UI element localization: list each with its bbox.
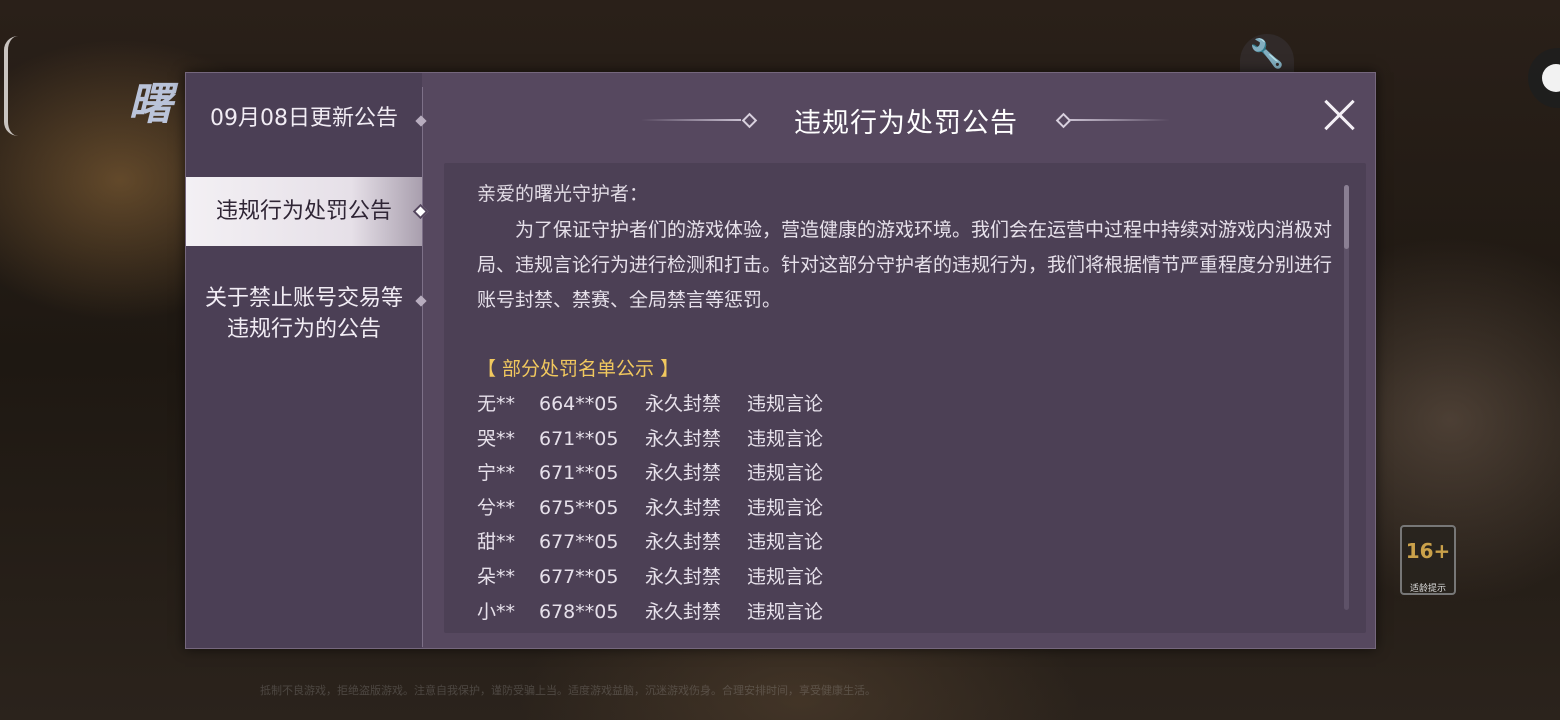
sidebar-item-label: 09月08日更新公告 [210,106,398,131]
penalty-row-penalty: 永久封禁 [645,600,722,623]
footer-notice: 抵制不良游戏，拒绝盗版游戏。注意自我保护，谨防受骗上当。适度游戏益脑，沉迷游戏伤… [260,684,876,697]
penalty-row-reason: 违规言论 [747,462,824,485]
penalty-row-penalty: 永久封禁 [645,565,722,588]
penalty-row-id: 671**05 [539,427,619,450]
penalty-row: 无** 664**05 永久封禁 违规言论 [477,387,1337,422]
penalty-row-reason: 违规言论 [747,496,824,519]
penalty-row-id: 677**05 [539,531,619,554]
content-scrollbar[interactable] [1344,185,1349,610]
announcement-sidebar: 09月08日更新公告 违规行为处罚公告 关于禁止账号交易等 违规行为的公告 [186,73,422,648]
penalty-row-penalty: 永久封禁 [645,393,722,415]
age-rating-number: 16+ [1405,539,1451,563]
sidebar-item-label-line2: 违规行为的公告 [226,317,381,342]
penalty-row: 甜** 677**05 永久封禁 违规言论 [477,525,1337,560]
announcement-panel: 09月08日更新公告 违规行为处罚公告 关于禁止账号交易等 违规行为的公告 违规… [185,72,1376,649]
sidebar-item-update-notice[interactable]: 09月08日更新公告 [186,101,422,137]
penalty-row-id: 675**05 [539,496,619,519]
greeting-text: 亲爱的曙光守护者： [477,183,649,205]
penalty-row: 宁** 671**05 永久封禁 违规言论 [477,456,1337,491]
penalty-row-penalty: 永久封禁 [645,496,722,519]
penalty-row: 兮** 675**05 永久封禁 违规言论 [477,491,1337,526]
left-edge-handle[interactable] [4,36,22,136]
penalty-row-reason: 违规言论 [747,531,824,554]
age-rating-label: 适龄提示 [1409,584,1446,594]
sidebar-item-label-line1: 关于禁止账号交易等 [204,286,403,311]
penalty-row: 朵** 677**05 永久封禁 违规言论 [477,560,1337,595]
page-title: 违规行为处罚公告 [794,108,1018,139]
penalty-row-reason: 违规言论 [747,565,824,588]
penalty-row-name: 宁** [477,462,516,485]
announcement-body: 亲爱的曙光守护者： 为了保证守护者们的游戏体验，营造健康的游戏环境。我们会在运营… [477,177,1337,629]
penalty-row-name: 甜** [477,531,516,554]
penalty-row-name: 无** [477,393,516,415]
penalty-list-title: 【 部分处罚名单公示 】 [477,358,680,380]
penalty-row-reason: 违规言论 [747,600,824,623]
penalty-row-id: 677**05 [539,565,619,588]
penalty-row: 小** 678**05 永久封禁 违规言论 [477,595,1337,630]
sidebar-divider [422,87,423,647]
penalty-row-penalty: 永久封禁 [645,427,722,450]
penalty-row-reason: 违规言论 [747,393,824,415]
age-rating-badge[interactable]: 16+ 适龄提示 [1400,525,1456,595]
penalty-row-id: 664**05 [539,393,619,415]
sidebar-item-penalty-notice[interactable]: 违规行为处罚公告 [186,177,422,246]
penalty-row-name: 小** [477,600,516,623]
penalty-row-id: 671**05 [539,462,619,485]
game-logo: 曙 [128,79,172,130]
close-icon[interactable] [1318,93,1362,137]
announcement-paragraph: 为了保证守护者们的游戏体验，营造健康的游戏环境。我们会在运营中过程中持续对游戏内… [477,219,1333,311]
penalty-row-penalty: 永久封禁 [645,462,722,485]
toggle-dot-icon [1542,64,1560,92]
penalty-row-reason: 违规言论 [747,427,824,450]
sidebar-item-label: 违规行为处罚公告 [215,199,392,224]
sidebar-item-account-trade-notice[interactable]: 关于禁止账号交易等 违规行为的公告 [186,283,422,347]
title-decoration-line [1070,119,1170,121]
penalty-row-name: 哭** [477,427,516,450]
announcement-content[interactable]: 亲爱的曙光守护者： 为了保证守护者们的游戏体验，营造健康的游戏环境。我们会在运营… [444,163,1366,633]
penalty-row-id: 678**05 [539,600,619,623]
scrollbar-thumb[interactable] [1344,185,1349,249]
penalty-row-name: 朵** [477,565,516,588]
penalty-row-name: 兮** [477,496,516,519]
penalty-row: 哭** 671**05 永久封禁 违规言论 [477,422,1337,457]
penalty-list: 无** 664**05 永久封禁 违规言论 哭** 671**05 永久封禁 违规言论 宁** 6… [477,387,1337,629]
title-decoration-line [641,119,741,121]
panel-header: 违规行为处罚公告 [606,93,1206,143]
penalty-row-penalty: 永久封禁 [645,531,722,554]
